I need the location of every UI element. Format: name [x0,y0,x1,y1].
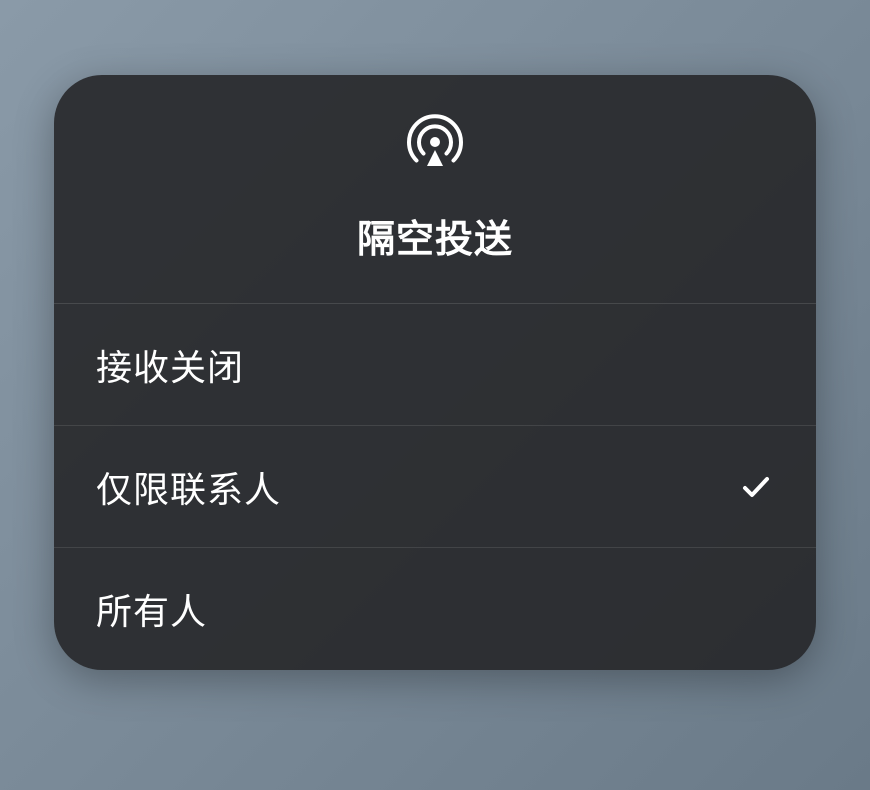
option-contacts-only[interactable]: 仅限联系人 [54,426,816,548]
option-receiving-off[interactable]: 接收关闭 [54,304,816,426]
airdrop-panel: 隔空投送 接收关闭 仅限联系人 所有人 [54,75,816,670]
airdrop-icon [401,110,469,178]
option-label: 接收关闭 [96,339,244,391]
option-label: 仅限联系人 [96,461,281,513]
panel-header: 隔空投送 [54,75,816,304]
option-everyone[interactable]: 所有人 [54,548,816,670]
option-label: 所有人 [96,583,207,635]
panel-title: 隔空投送 [357,208,513,263]
checkmark-icon [738,469,774,505]
